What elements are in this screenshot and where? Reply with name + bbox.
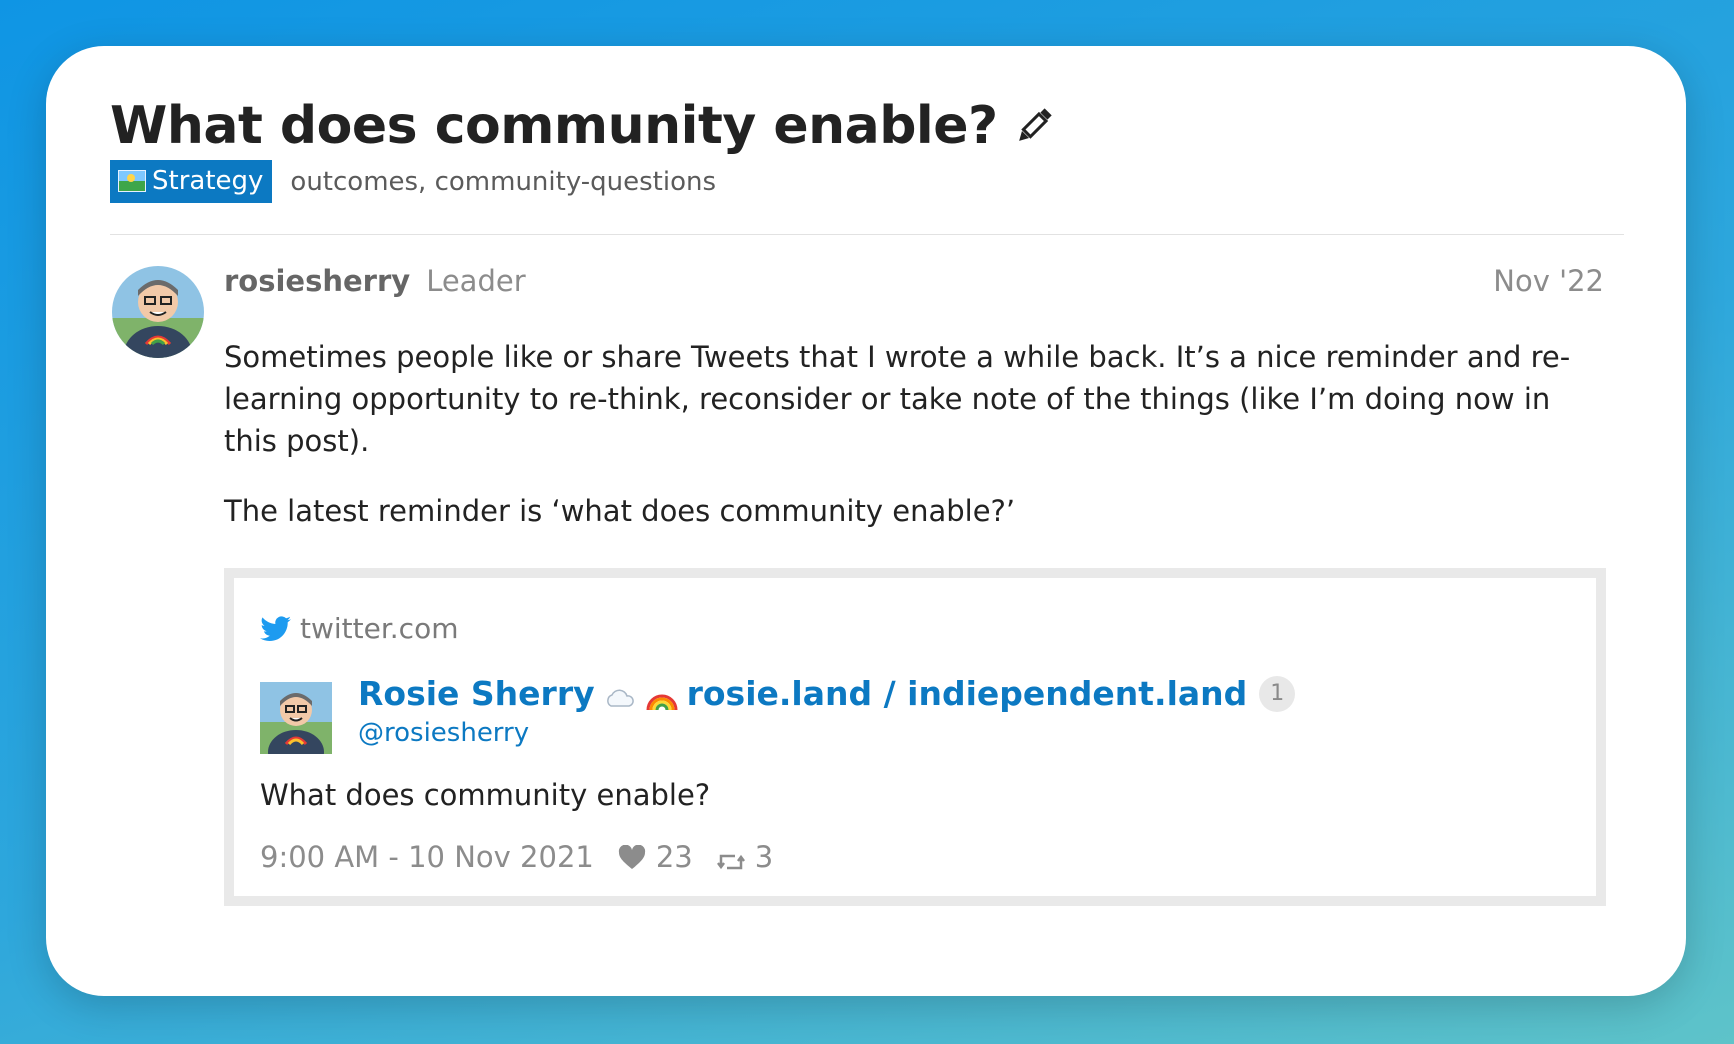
topic-card: What does community enable? Strategy out… xyxy=(46,46,1686,996)
topic-title[interactable]: What does community enable? xyxy=(110,96,998,156)
post-header: rosiesherry Leader Nov '22 xyxy=(224,264,1604,298)
heart-icon xyxy=(618,844,646,870)
retweet-icon xyxy=(716,846,745,870)
pencil-icon[interactable] xyxy=(1012,104,1056,148)
like-count: 23 xyxy=(655,840,693,874)
user-role: Leader xyxy=(426,264,526,298)
twitter-onebox[interactable]: twitter.com Rosie Sherry rosie.land / in… xyxy=(224,568,1606,906)
post-username[interactable]: rosiesherry xyxy=(224,264,410,298)
post-body: Sometimes people like or share Tweets th… xyxy=(224,336,1604,560)
divider xyxy=(110,234,1624,235)
tweet-timestamp[interactable]: 9:00 AM - 10 Nov 2021 xyxy=(260,840,594,874)
tweet-footer: 9:00 AM - 10 Nov 2021 23 3 xyxy=(260,840,773,874)
tweet-author-name[interactable]: Rosie Sherry xyxy=(358,674,595,713)
count-badge: 1 xyxy=(1259,675,1296,712)
post-date[interactable]: Nov '22 xyxy=(1493,264,1604,298)
tweet-text: What does community enable? xyxy=(260,778,711,812)
post-paragraph: The latest reminder is ‘what does commun… xyxy=(224,494,1016,528)
rainbow-icon xyxy=(645,681,679,710)
topic-meta: Strategy outcomes, community-questions xyxy=(110,160,716,203)
onebox-source[interactable]: twitter.com xyxy=(260,612,458,645)
twitter-bird-icon xyxy=(260,615,292,642)
tweet-author-row: Rosie Sherry rosie.land / indiependent.l… xyxy=(358,674,1296,713)
cloud-icon xyxy=(603,681,637,707)
category-badge[interactable]: Strategy xyxy=(110,160,273,203)
map-icon xyxy=(118,170,146,192)
source-label: twitter.com xyxy=(300,612,459,645)
tweet-author-extra[interactable]: rosie.land / indiependent.land xyxy=(687,674,1248,713)
avatar[interactable] xyxy=(112,266,204,358)
topic-tags[interactable]: outcomes, community-questions xyxy=(290,167,716,197)
retweet-count: 3 xyxy=(754,840,774,874)
post-paragraph: Sometimes people like or share Tweets th… xyxy=(224,340,1571,458)
tweet-handle[interactable]: @rosiesherry xyxy=(358,718,529,748)
title-row: What does community enable? xyxy=(110,96,1056,156)
category-label: Strategy xyxy=(152,166,264,196)
tweet-avatar[interactable] xyxy=(260,682,332,754)
